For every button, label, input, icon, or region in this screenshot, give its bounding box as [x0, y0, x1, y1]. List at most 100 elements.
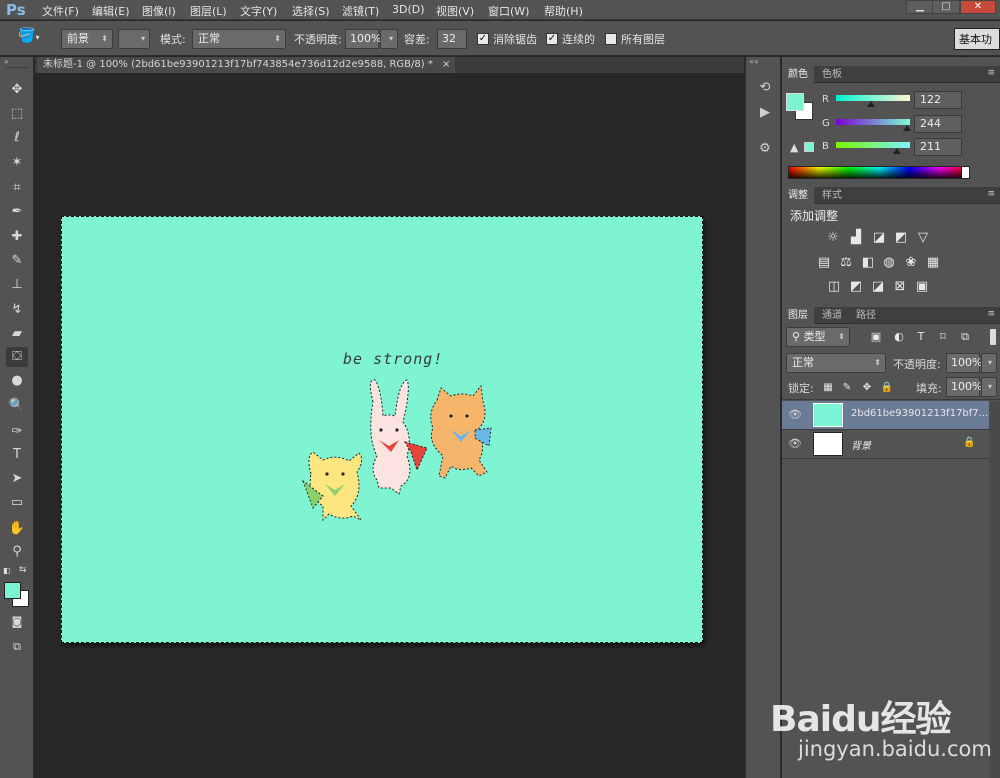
menu-file[interactable]: 文件(F) — [42, 3, 79, 19]
tab-color[interactable]: 颜色 — [782, 66, 814, 83]
quick-mask-icon[interactable]: ◙ — [6, 612, 28, 632]
dodge-tool-icon[interactable]: 🔍 — [6, 396, 28, 416]
mode-dropdown[interactable]: 正常 ⬍ — [192, 29, 286, 49]
layer-row[interactable]: 👁 背景 🔒 — [782, 430, 989, 459]
collapse-icon[interactable]: » — [4, 57, 9, 66]
menu-image[interactable]: 图像(I) — [142, 3, 176, 19]
fill-toggle[interactable]: ▾ — [981, 377, 997, 397]
lock-transparent-icon[interactable]: ▦ — [820, 381, 836, 395]
close-tab-icon[interactable]: × — [442, 59, 450, 70]
type-tool-icon[interactable]: T — [6, 445, 28, 465]
gradient-map-icon[interactable]: ⊠ — [892, 280, 908, 294]
color-spectrum-bar[interactable] — [788, 166, 970, 179]
filter-toggle[interactable] — [990, 329, 996, 345]
channel-r-thumb[interactable] — [867, 101, 876, 107]
channel-r-input[interactable]: 122 — [914, 91, 962, 109]
menu-select[interactable]: 选择(S) — [292, 3, 330, 19]
tab-styles[interactable]: 样式 — [816, 187, 848, 204]
color-lookup-icon[interactable]: ▦ — [925, 256, 941, 270]
menu-layer[interactable]: 图层(L) — [190, 3, 227, 19]
marquee-tool-icon[interactable]: ⬚ — [6, 104, 28, 124]
opacity-input[interactable]: 100% — [345, 29, 381, 49]
zoom-tool-icon[interactable]: ⚲ — [6, 542, 28, 562]
brush-tool-icon[interactable]: ✎ — [6, 251, 28, 271]
channel-g-thumb[interactable] — [902, 125, 911, 131]
filter-adjustment-icon[interactable]: ◐ — [891, 330, 907, 344]
swap-colors-icon[interactable]: ⇆ — [19, 565, 27, 575]
fill-input[interactable]: 100% — [946, 377, 982, 397]
rectangle-tool-icon[interactable]: ▭ — [6, 493, 28, 513]
threshold-icon[interactable]: ◪ — [870, 280, 886, 294]
screen-mode-icon[interactable]: ⧉ — [6, 637, 28, 657]
menu-view[interactable]: 视图(V) — [436, 3, 474, 19]
layers-scrollbar[interactable] — [989, 401, 1000, 778]
move-tool-icon[interactable]: ✥ — [6, 80, 28, 100]
tab-layers[interactable]: 图层 — [782, 307, 814, 324]
eyedropper-tool-icon[interactable]: ✒ — [6, 202, 28, 222]
exposure-icon[interactable]: ◩ — [893, 231, 909, 245]
antialias-checkbox[interactable]: ✓ — [477, 33, 489, 45]
hand-tool-icon[interactable]: ✋ — [6, 519, 28, 539]
color-fg-swatch[interactable] — [786, 93, 804, 111]
channel-g-input[interactable]: 244 — [914, 115, 962, 133]
levels-icon[interactable]: ▟ — [848, 231, 864, 245]
properties-panel-icon[interactable]: ⚙ — [755, 140, 775, 158]
menu-edit[interactable]: 编辑(E) — [92, 3, 130, 19]
history-brush-tool-icon[interactable]: ↯ — [6, 300, 28, 320]
blur-tool-icon[interactable]: ● — [6, 371, 28, 391]
restore-button[interactable]: □ — [932, 0, 960, 14]
layer-name[interactable]: 2bd61be93901213f17bf7... — [851, 408, 988, 419]
opacity-slider-toggle[interactable]: ▾ — [380, 29, 398, 49]
photo-filter-icon[interactable]: ◍ — [881, 256, 897, 270]
workspace-switcher[interactable]: 基本功能 — [954, 28, 1000, 68]
pattern-picker[interactable]: ▾ — [118, 29, 150, 49]
vibrance-icon[interactable]: ▽ — [915, 231, 931, 245]
layer-opacity-toggle[interactable]: ▾ — [981, 353, 997, 373]
layer-row[interactable]: 👁 2bd61be93901213f17bf7... — [782, 401, 989, 430]
default-colors-icon[interactable]: ◧ — [3, 566, 11, 575]
tab-paths[interactable]: 路径 — [850, 307, 882, 324]
channel-g-slider[interactable] — [836, 119, 910, 125]
tolerance-input[interactable]: 32 — [437, 29, 467, 49]
blend-mode-dropdown[interactable]: 正常 ⬍ — [786, 353, 886, 373]
web-safe-swatch[interactable] — [804, 142, 814, 152]
minimize-button[interactable]: ▁ — [906, 0, 934, 14]
curves-icon[interactable]: ◪ — [871, 231, 887, 245]
color-panel-menu-icon[interactable]: ≡ — [987, 68, 995, 78]
menu-type[interactable]: 文字(Y) — [240, 3, 277, 19]
channel-mixer-icon[interactable]: ❀ — [903, 256, 919, 270]
filter-smart-object-icon[interactable]: ⧉ — [957, 330, 973, 344]
crop-tool-icon[interactable]: ⌗ — [6, 178, 28, 198]
pen-tool-icon[interactable]: ✑ — [6, 422, 28, 442]
path-selection-tool-icon[interactable]: ➤ — [6, 469, 28, 489]
foreground-color-swatch[interactable] — [4, 582, 21, 599]
tab-channels[interactable]: 通道 — [816, 307, 848, 324]
lock-all-icon[interactable]: 🔒 — [879, 381, 895, 395]
invert-icon[interactable]: ◫ — [826, 280, 842, 294]
posterize-icon[interactable]: ◩ — [848, 280, 864, 294]
close-window-button[interactable]: ✕ — [960, 0, 996, 14]
fill-source-dropdown[interactable]: 前景 ⬍ — [61, 29, 113, 49]
visibility-eye-icon[interactable]: 👁 — [788, 408, 802, 421]
hue-saturation-icon[interactable]: ▤ — [816, 256, 832, 270]
channel-b-thumb[interactable] — [893, 148, 902, 154]
layers-panel-menu-icon[interactable]: ≡ — [987, 309, 995, 319]
actions-panel-icon[interactable]: ▶ — [755, 104, 775, 122]
filter-shape-icon[interactable]: ⌑ — [935, 330, 951, 344]
history-panel-icon[interactable]: ⟲ — [755, 79, 775, 97]
lasso-tool-icon[interactable]: ℓ — [6, 128, 28, 148]
menu-filter[interactable]: 滤镜(T) — [342, 3, 379, 19]
lock-pixels-icon[interactable]: ✎ — [839, 381, 855, 395]
brightness-contrast-icon[interactable]: ☼ — [825, 231, 841, 245]
contiguous-checkbox[interactable]: ✓ — [546, 33, 558, 45]
layer-name[interactable]: 背景 — [851, 437, 871, 452]
menu-window[interactable]: 窗口(W) — [488, 3, 529, 19]
lock-position-icon[interactable]: ✥ — [859, 381, 875, 395]
menu-help[interactable]: 帮助(H) — [544, 3, 583, 19]
visibility-eye-icon[interactable]: 👁 — [788, 437, 802, 450]
channel-b-input[interactable]: 211 — [914, 138, 962, 156]
filter-pixel-icon[interactable]: ▣ — [868, 330, 884, 344]
document-tab[interactable]: 未标题-1 @ 100% (2bd61be93901213f17bf743854… — [37, 57, 455, 73]
layer-opacity-input[interactable]: 100% — [946, 353, 982, 373]
tab-swatches[interactable]: 色板 — [816, 66, 848, 83]
